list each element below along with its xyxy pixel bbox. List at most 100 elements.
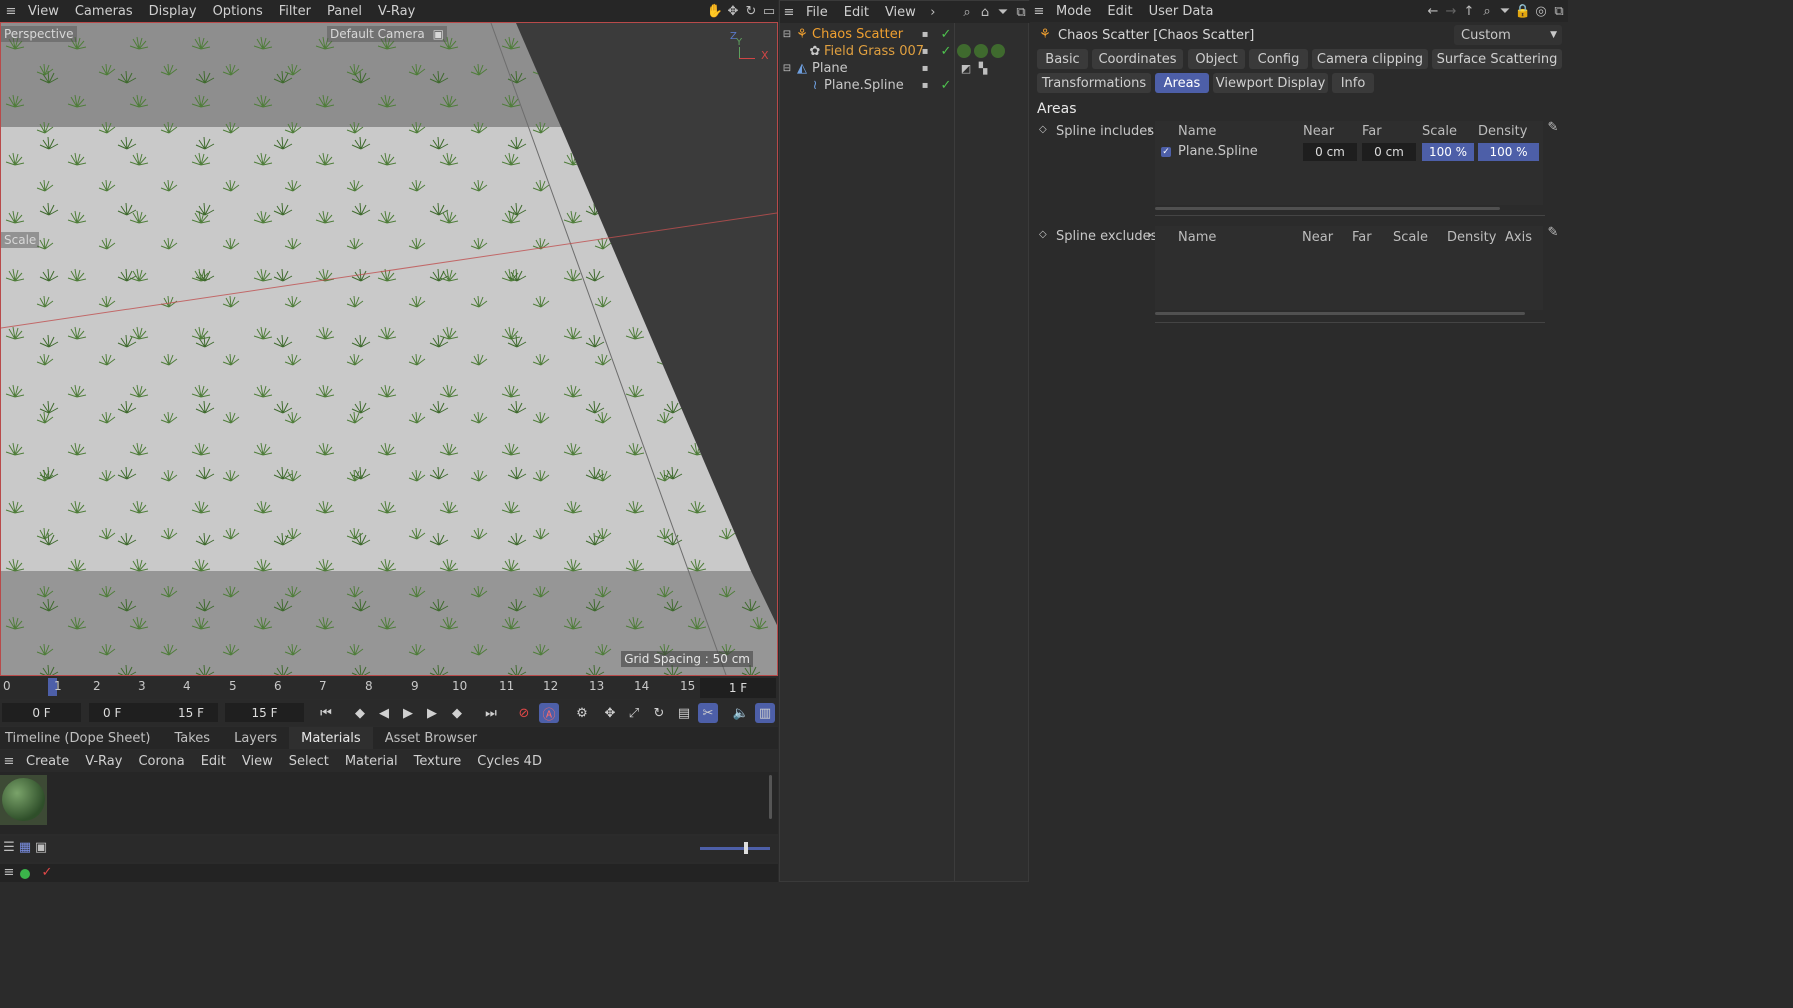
mat-menu-edit[interactable]: Edit xyxy=(193,754,234,769)
material-tag-icon[interactable] xyxy=(957,44,971,58)
status-check-icon[interactable]: ✓ xyxy=(38,865,56,880)
am-newwindow-icon[interactable]: ⧉ xyxy=(1550,4,1568,19)
tab-object[interactable]: Object xyxy=(1188,49,1245,69)
menu-options[interactable]: Options xyxy=(205,4,271,19)
object-row-plane[interactable]: ⊟ ◭ Plane ▪ ◩ ▚ xyxy=(780,60,1030,77)
am-menu-mode[interactable]: Mode xyxy=(1048,4,1099,19)
key-position-icon[interactable]: ✥ xyxy=(600,703,620,723)
visibility-toggle-icon[interactable]: ▪ xyxy=(916,80,934,91)
menu-filter[interactable]: Filter xyxy=(271,4,319,19)
previous-frame-icon[interactable]: ◀ xyxy=(374,703,394,723)
am-filter-icon[interactable]: ⏷ xyxy=(1496,4,1514,19)
mat-menu-texture[interactable]: Texture xyxy=(406,754,470,769)
mat-menu-material[interactable]: Material xyxy=(337,754,406,769)
large-view-icon[interactable]: ▣ xyxy=(32,840,50,855)
tab-takes[interactable]: Takes xyxy=(162,727,222,749)
mat-menu-corona[interactable]: Corona xyxy=(130,754,192,769)
expand-arrow-icon[interactable]: › xyxy=(1147,228,1152,243)
menu-vray[interactable]: V-Ray xyxy=(370,4,423,19)
om-more-icon[interactable]: › xyxy=(924,5,942,20)
key-pla-icon[interactable]: ✂ xyxy=(698,703,718,723)
keyframe-settings-icon[interactable]: ⚙ xyxy=(572,703,592,723)
mat-menu-cycles4d[interactable]: Cycles 4D xyxy=(469,754,550,769)
play-icon[interactable]: ▶ xyxy=(398,703,418,723)
tab-transformations[interactable]: Transformations xyxy=(1037,73,1151,93)
menu-view[interactable]: View xyxy=(20,4,67,19)
om-newwindow-icon[interactable]: ⧉ xyxy=(1012,5,1030,20)
tab-timeline[interactable]: Timeline (Dope Sheet) xyxy=(0,727,162,749)
tab-config[interactable]: Config xyxy=(1249,49,1308,69)
object-row-field-grass[interactable]: ✿ Field Grass 007 ▪ ✓ xyxy=(780,43,1030,60)
keyframe-diamond-icon[interactable]: ◇ xyxy=(1039,124,1047,135)
tab-layers[interactable]: Layers xyxy=(222,727,289,749)
camera-label[interactable]: Default Camera ▣ xyxy=(327,26,447,42)
thumbnail-size-handle[interactable] xyxy=(744,842,748,854)
om-menu-edit[interactable]: Edit xyxy=(836,5,877,20)
tab-basic[interactable]: Basic xyxy=(1037,49,1088,69)
rotate-view-icon[interactable]: ↻ xyxy=(742,4,760,19)
object-row-plane-spline[interactable]: ≀ Plane.Spline ▪ ✓ xyxy=(780,77,1030,94)
object-name[interactable]: Chaos Scatter xyxy=(812,27,903,42)
uvw-tag-icon[interactable]: ▚ xyxy=(974,62,992,75)
viewport-3d[interactable]: Perspective Default Camera ▣ Scale Y Z X… xyxy=(0,22,778,676)
next-frame-icon[interactable]: ▶ xyxy=(422,703,442,723)
keyframe-diamond-icon[interactable]: ◇ xyxy=(1039,229,1047,240)
om-hamburger-icon[interactable]: ≡ xyxy=(780,5,798,20)
mat-menu-view[interactable]: View xyxy=(234,754,281,769)
am-menu-userdata[interactable]: User Data xyxy=(1141,4,1222,19)
om-search-icon[interactable]: ⌕ xyxy=(958,5,976,20)
spline-includes-list[interactable]: Name Near Far Scale Density ✓ Plane.Spli… xyxy=(1155,121,1543,205)
expand-arrow-icon[interactable]: › xyxy=(1147,123,1152,138)
key-scale-icon[interactable]: ⤢ xyxy=(624,703,644,723)
tab-viewport-display[interactable]: Viewport Display xyxy=(1213,73,1328,93)
am-hamburger-icon[interactable]: ≡ xyxy=(1030,4,1048,19)
visibility-toggle-icon[interactable]: ▪ xyxy=(916,29,934,40)
tab-areas[interactable]: Areas xyxy=(1155,73,1209,93)
mat-menu-vray[interactable]: V-Ray xyxy=(77,754,130,769)
enabled-check-icon[interactable]: ✓ xyxy=(937,78,955,93)
material-thumbnail[interactable] xyxy=(0,775,47,825)
go-to-start-icon[interactable]: ⏮ xyxy=(316,703,336,723)
excludes-scrollbar[interactable] xyxy=(1155,312,1525,315)
om-filter-icon[interactable]: ⏷ xyxy=(994,5,1012,20)
go-to-end-icon[interactable]: ⏭ xyxy=(481,703,501,723)
am-menu-edit[interactable]: Edit xyxy=(1099,4,1140,19)
autokey-icon[interactable]: Ⓐ xyxy=(539,703,559,723)
row-name[interactable]: Plane.Spline xyxy=(1178,144,1258,159)
menu-display[interactable]: Display xyxy=(141,4,205,19)
view-name-label[interactable]: Perspective xyxy=(1,26,77,42)
key-parameter-icon[interactable]: ▤ xyxy=(674,703,694,723)
forward-arrow-icon[interactable]: → xyxy=(1442,4,1460,19)
status-menu-icon[interactable]: ≡ xyxy=(0,865,18,880)
lock-icon[interactable]: 🔒 xyxy=(1514,4,1532,19)
timeline-ruler[interactable]: 0 1 2 3 4 5 6 7 8 9 10 11 12 13 14 15 1 … xyxy=(0,677,778,699)
key-rotation-icon[interactable]: ↻ xyxy=(649,703,669,723)
collapse-icon[interactable]: ⊟ xyxy=(780,29,794,40)
pan-hand-icon[interactable]: ✋ xyxy=(706,4,724,19)
includes-resize-handle[interactable] xyxy=(1155,215,1545,216)
includes-scrollbar[interactable] xyxy=(1155,207,1500,210)
material-tag-icon[interactable] xyxy=(991,44,1005,58)
am-settings-icon[interactable]: ◎ xyxy=(1532,4,1550,19)
menu-panel[interactable]: Panel xyxy=(319,4,370,19)
material-scrollbar[interactable] xyxy=(769,775,772,819)
timeline-settings-icon[interactable]: ▥ xyxy=(755,703,775,723)
hamburger-menu-icon[interactable]: ≡ xyxy=(2,4,20,19)
record-icon[interactable]: ⊘ xyxy=(514,703,534,723)
row-enable-checkbox[interactable]: ✓ xyxy=(1161,147,1171,157)
edit-pencil-icon[interactable]: ✎ xyxy=(1544,120,1562,135)
enabled-check-icon[interactable]: ✓ xyxy=(937,44,955,59)
thumbnail-size-slider[interactable] xyxy=(700,847,770,850)
material-hamburger-icon[interactable]: ≡ xyxy=(0,754,18,769)
previous-key-icon[interactable]: ◆ xyxy=(350,703,370,723)
row-near-field[interactable]: 0 cm xyxy=(1303,143,1357,161)
mat-menu-select[interactable]: Select xyxy=(281,754,337,769)
object-name[interactable]: Plane xyxy=(812,61,848,76)
am-search-icon[interactable]: ⌕ xyxy=(1478,4,1496,19)
object-name[interactable]: Plane.Spline xyxy=(824,78,904,93)
sound-icon[interactable]: 🔈 xyxy=(731,703,751,723)
visibility-toggle-icon[interactable]: ▪ xyxy=(916,46,934,57)
excludes-resize-handle[interactable] xyxy=(1155,322,1545,323)
tab-camera-clipping[interactable]: Camera clipping xyxy=(1312,49,1428,69)
spline-excludes-list[interactable]: Name Near Far Scale Density Axis xyxy=(1155,226,1543,310)
